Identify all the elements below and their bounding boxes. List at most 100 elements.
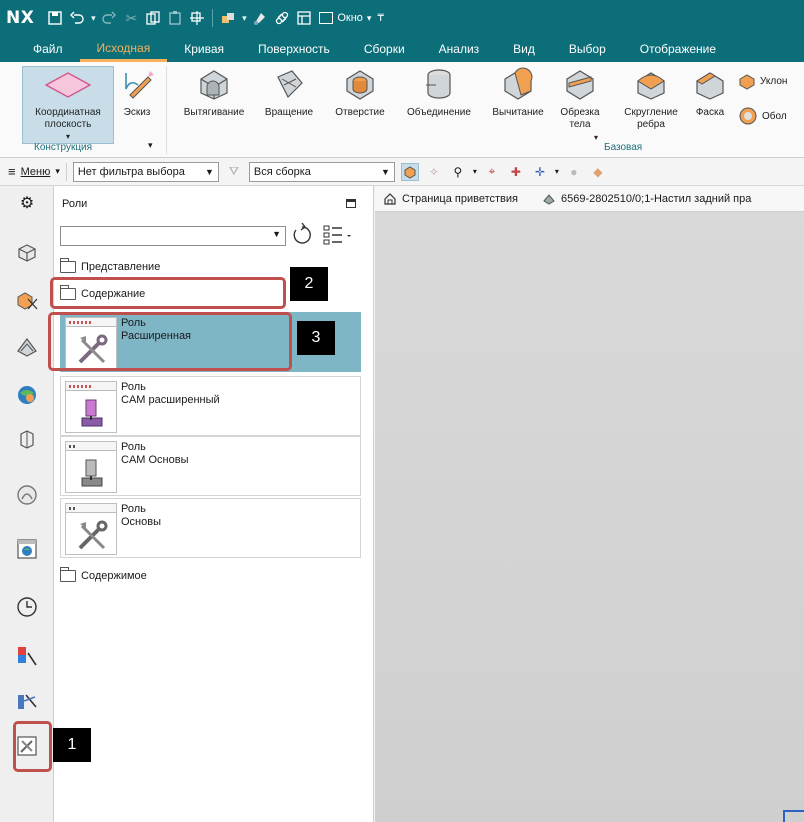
chamfer-button[interactable]: Фаска: [690, 66, 730, 119]
select-edge-icon[interactable]: ✧: [425, 163, 443, 181]
view-options-icon[interactable]: [322, 223, 354, 247]
role-cam-basic[interactable]: Роль CAM Основы: [60, 436, 361, 496]
roles-filter-combo[interactable]: ▼: [60, 226, 286, 246]
role-essentials[interactable]: Роль Основы: [60, 498, 361, 558]
point-method-icon[interactable]: ✛: [531, 163, 549, 181]
revolve-icon: [271, 66, 307, 102]
assembly-icon[interactable]: [217, 7, 239, 29]
cube-icon[interactable]: ◆: [589, 163, 607, 181]
folder-icon: [59, 258, 76, 273]
assembly-scope-combo[interactable]: Вся сборка ▼: [248, 161, 395, 182]
folder-contents-label: Содержимое: [81, 570, 147, 582]
dropdown-arrow-icon: ▼: [204, 166, 214, 177]
dropdown-arrow-icon[interactable]: ▾: [148, 140, 153, 151]
revolve-button[interactable]: Вращение: [258, 66, 320, 119]
manufacturing-wizard-icon[interactable]: [12, 686, 42, 716]
chamfer-icon: [692, 66, 728, 102]
graphics-canvas[interactable]: [375, 212, 804, 822]
annotation-marker-2: 2: [290, 267, 328, 301]
part-file-icon: [543, 193, 555, 205]
assembly-navigator-icon[interactable]: [12, 286, 42, 316]
role-cam-advanced[interactable]: Роль CAM расширенный: [60, 376, 361, 436]
subtract-button[interactable]: Вычитание: [486, 66, 550, 119]
unite-button[interactable]: Объединение: [398, 66, 480, 119]
edge-blend-button[interactable]: Скругление ребра: [616, 66, 686, 131]
undo-icon[interactable]: [66, 7, 88, 29]
sketch-button[interactable]: Эскиз: [117, 66, 157, 119]
dropdown-arrow-icon[interactable]: ▾: [473, 167, 477, 176]
paint-icon[interactable]: [249, 7, 271, 29]
part-navigator-icon[interactable]: [12, 238, 42, 268]
tab-home[interactable]: Исходная: [79, 36, 168, 62]
window-icon: [319, 12, 334, 24]
tab-selection[interactable]: Выбор: [552, 36, 623, 62]
tab-assemblies[interactable]: Сборки: [347, 36, 422, 62]
datum-plane-button[interactable]: Координатная плоскость ▾: [22, 66, 114, 144]
thumbnail-strip: [66, 504, 116, 513]
settings-gear-icon[interactable]: ⚙: [12, 188, 42, 218]
tab-curve[interactable]: Кривая: [167, 36, 241, 62]
dropdown-arrow-icon[interactable]: ▾: [88, 7, 98, 29]
show-hide-icon[interactable]: ✚: [507, 163, 525, 181]
maximize-icon[interactable]: [346, 199, 356, 208]
constraint-navigator-icon[interactable]: [12, 332, 42, 362]
extrude-button[interactable]: Вытягивание: [176, 66, 252, 119]
tab-file[interactable]: Файл: [0, 36, 80, 62]
dropdown-arrow-icon[interactable]: ▾: [239, 7, 249, 29]
role-thumbnail: [65, 503, 117, 555]
save-icon[interactable]: [44, 7, 66, 29]
folder-representation[interactable]: Представление: [59, 258, 160, 273]
cut-icon[interactable]: ✂: [120, 7, 142, 29]
transform-icon[interactable]: [186, 7, 208, 29]
web-browser-icon[interactable]: [12, 480, 42, 510]
separator: [65, 162, 67, 181]
annotation-marker-1: 1: [53, 728, 91, 762]
snap-point-icon[interactable]: ⌖: [483, 163, 501, 181]
window-menu-label: Окно: [337, 12, 363, 24]
tab-view[interactable]: Вид: [496, 36, 552, 62]
hole-button[interactable]: Отверстие: [328, 66, 392, 119]
process-studio-icon[interactable]: [12, 640, 42, 670]
home-icon: [384, 192, 396, 205]
dropdown-arrow-icon[interactable]: ▾: [555, 167, 559, 176]
nx-logo: NX: [6, 8, 35, 28]
tab-part-file[interactable]: 6569-2802510/0;1-Настил задний пра: [542, 192, 751, 206]
layout-icon[interactable]: [293, 7, 315, 29]
select-face-icon[interactable]: [400, 162, 419, 181]
document-tabs: Страница приветствия 6569-2802510/0;1-На…: [375, 186, 804, 212]
hd3d-tools-icon[interactable]: [12, 424, 42, 454]
shell-button[interactable]: Обол: [738, 106, 787, 126]
clock-icon[interactable]: [12, 592, 42, 622]
trim-body-button[interactable]: Обрезка тела ▾: [556, 66, 604, 142]
redo-icon[interactable]: [98, 7, 120, 29]
link-icon[interactable]: [271, 7, 293, 29]
selection-filter-combo[interactable]: Нет фильтра выбора ▼: [72, 161, 219, 182]
paste-icon[interactable]: [164, 7, 186, 29]
sphere-icon[interactable]: ●: [565, 163, 583, 181]
filter-icon[interactable]: ⛛: [225, 163, 243, 181]
cam-machine-icon: [81, 459, 103, 487]
tab-surface[interactable]: Поверхность: [241, 36, 347, 62]
role-line1: Роль: [121, 441, 146, 453]
group-base-label: Базовая: [604, 142, 643, 153]
extrude-icon: [196, 66, 232, 102]
ribbon: Координатная плоскость ▾ Эскиз Конструкц…: [0, 62, 804, 158]
subtract-label: Вычитание: [492, 107, 544, 118]
folder-contents[interactable]: Содержимое: [59, 567, 147, 582]
type-filter-icon[interactable]: ⚲: [449, 163, 467, 181]
copy-icon[interactable]: [142, 7, 164, 29]
window-menu[interactable]: Окно ▾ ₸: [319, 12, 384, 24]
dropdown-arrow-icon: ▾: [55, 166, 60, 176]
tab-welcome-page[interactable]: Страница приветствия: [383, 192, 518, 206]
draft-icon: [739, 74, 755, 90]
reuse-library-icon[interactable]: [12, 380, 42, 410]
history-icon[interactable]: [12, 534, 42, 564]
tab-analysis[interactable]: Анализ: [422, 36, 497, 62]
draft-button[interactable]: Уклон: [738, 72, 787, 90]
extrude-label: Вытягивание: [183, 107, 245, 118]
reset-icon[interactable]: [290, 222, 314, 248]
tab-display[interactable]: Отображение: [623, 36, 733, 62]
thumbnail-dots: [69, 507, 77, 510]
thumbnail-strip: [66, 382, 116, 391]
menu-button[interactable]: ≡ Меню ▾: [8, 164, 60, 179]
